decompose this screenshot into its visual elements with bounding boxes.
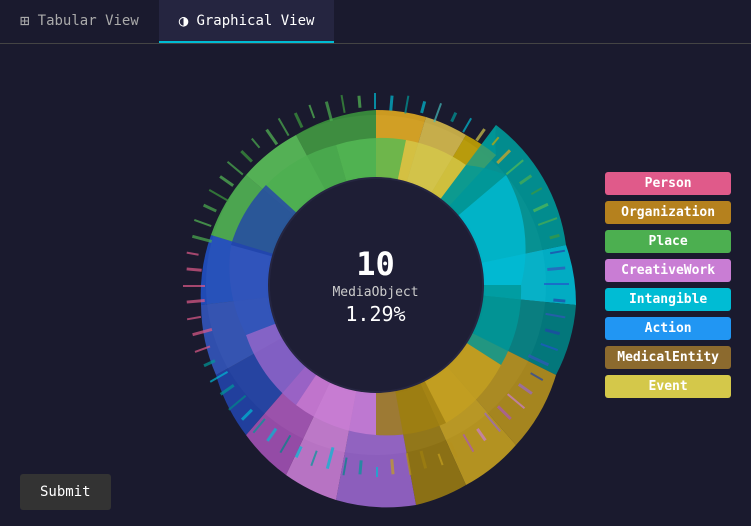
legend-item-medicalentity[interactable]: MedicalEntity bbox=[605, 346, 731, 369]
tab-graphical[interactable]: ◑ Graphical View bbox=[159, 0, 335, 43]
legend: Person Organization Place CreativeWork Intan… bbox=[605, 172, 731, 398]
tab-tabular-label: Tabular View bbox=[38, 13, 139, 29]
legend-item-intangible[interactable]: Intangible bbox=[605, 288, 731, 311]
sunburst-chart[interactable] bbox=[136, 45, 616, 525]
tab-graphical-label: Graphical View bbox=[196, 13, 314, 29]
legend-item-action[interactable]: Action bbox=[605, 317, 731, 340]
graphical-icon: ◑ bbox=[179, 11, 189, 30]
tabular-icon: ⊞ bbox=[20, 11, 30, 30]
legend-item-event[interactable]: Event bbox=[605, 375, 731, 398]
legend-item-creativework[interactable]: CreativeWork bbox=[605, 259, 731, 282]
submit-button[interactable]: Submit bbox=[20, 474, 111, 510]
legend-item-person[interactable]: Person bbox=[605, 172, 731, 195]
chart-area: 10 MediaObject 1.29% bbox=[116, 45, 636, 525]
tab-bar: ⊞ Tabular View ◑ Graphical View bbox=[0, 0, 751, 44]
legend-item-place[interactable]: Place bbox=[605, 230, 731, 253]
main-content: 10 MediaObject 1.29% PersonOrganizationP… bbox=[0, 44, 751, 526]
tab-tabular[interactable]: ⊞ Tabular View bbox=[0, 0, 159, 43]
legend-item-organization[interactable]: Organization bbox=[605, 201, 731, 224]
